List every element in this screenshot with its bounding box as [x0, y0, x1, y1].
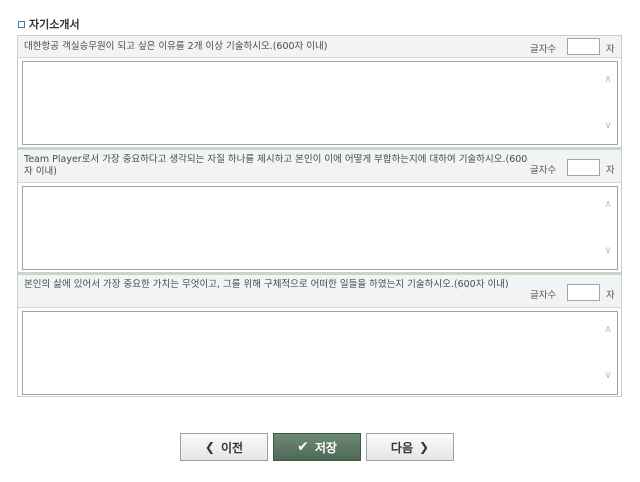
next-button-label: 다음 [390, 440, 414, 455]
save-button[interactable]: ✔ 저장 [273, 433, 361, 461]
question-text-3: 본인의 삶에 있어서 가장 중요한 가치는 무엇이고, 그를 위해 구체적으로 … [24, 279, 509, 290]
square-bullet-icon [18, 20, 25, 28]
char-count-field-3[interactable] [567, 284, 600, 301]
char-count-label-2: 글자수 [530, 165, 557, 176]
question-row-1: 대한항공 객실승무원이 되고 싶은 이유를 2개 이상 기술하시오.(600자 … [18, 36, 621, 58]
chevron-left-icon: ❮ [204, 440, 215, 454]
question-row-2: Team Player로서 가장 중요하다고 생각되는 자질 하나를 제시하고 … [18, 147, 621, 183]
save-button-label: 저장 [314, 440, 337, 455]
question-row-3: 본인의 삶에 있어서 가장 중요한 가치는 무엇이고, 그를 위해 구체적으로 … [18, 272, 621, 308]
check-icon: ✔ [297, 439, 309, 455]
section-title: 자기소개서 [29, 18, 80, 31]
scroll-down-icon[interactable]: ∨ [602, 121, 614, 131]
chevron-right-icon: ❯ [419, 440, 430, 454]
essay-form: 대한항공 객실승무원이 되고 싶은 이유를 2개 이상 기술하시오.(600자 … [17, 35, 622, 397]
scroll-up-icon[interactable]: ∧ [602, 200, 614, 210]
scroll-up-icon[interactable]: ∧ [602, 325, 614, 335]
prev-button-label: 이전 [220, 440, 244, 455]
answer-textarea-1[interactable]: ∧ ∨ [22, 61, 618, 145]
char-count-unit-3: 자 [606, 290, 615, 301]
prev-button[interactable]: ❮ 이전 [180, 433, 268, 461]
next-button[interactable]: 다음 ❯ [366, 433, 454, 461]
char-count-field-2[interactable] [567, 159, 600, 176]
question-text-2: Team Player로서 가장 중요하다고 생각되는 자질 하나를 제시하고 … [24, 154, 528, 177]
scroll-down-icon[interactable]: ∨ [602, 246, 614, 256]
scroll-down-icon[interactable]: ∨ [602, 371, 614, 381]
question-text-1: 대한항공 객실승무원이 되고 싶은 이유를 2개 이상 기술하시오.(600자 … [24, 41, 328, 52]
scroll-up-icon[interactable]: ∧ [602, 75, 614, 85]
char-count-unit-1: 자 [606, 44, 615, 55]
section-header: 자기소개서 [18, 16, 80, 32]
answer-textarea-3[interactable]: ∧ ∨ [22, 311, 618, 395]
char-count-label-3: 글자수 [530, 290, 557, 301]
char-count-label-1: 글자수 [530, 44, 557, 55]
char-count-field-1[interactable] [567, 38, 600, 55]
answer-textarea-2[interactable]: ∧ ∨ [22, 186, 618, 270]
char-count-unit-2: 자 [606, 165, 615, 176]
